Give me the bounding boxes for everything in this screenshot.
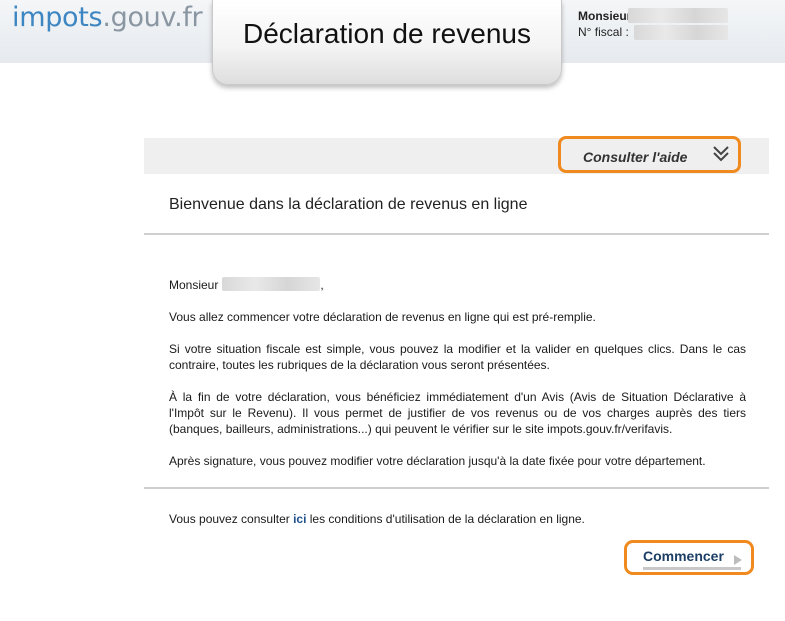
page-title: Déclaration de revenus [243, 18, 531, 49]
divider [144, 487, 769, 489]
user-name-redacted [628, 8, 728, 23]
user-info: Monsieur N° fiscal : [578, 8, 631, 40]
conditions-text-before: Vous pouvez consulter [169, 512, 294, 526]
page-title-panel: Déclaration de revenus [212, 0, 562, 85]
greeting-suffix: , [320, 278, 324, 292]
user-name-label: Monsieur [578, 9, 632, 23]
fiscal-number-label: N° fiscal : [578, 25, 629, 39]
avis-paragraph: À la fin de votre déclaration, vous béné… [169, 390, 746, 436]
start-button-label: Commencer [643, 548, 724, 564]
modification-paragraph: Après signature, vous pouvez modifier vo… [169, 454, 706, 468]
greeting-label: Monsieur [169, 278, 219, 292]
simple-situation-paragraph: Si votre situation fiscale est simple, v… [169, 342, 746, 372]
fiscal-number-redacted [634, 25, 728, 40]
logo-text-domain: .gouv.fr [102, 2, 203, 33]
conditions-text-after: les conditions d'utilisation de la décla… [306, 512, 585, 526]
recipient-name-redacted [222, 277, 321, 291]
help-button-label: Consulter l'aide [583, 149, 688, 165]
double-chevron-down-icon [711, 145, 731, 168]
conditions-paragraph: Vous pouvez consulter ici les conditions… [169, 511, 746, 527]
site-logo[interactable]: impots.gouv.fr [12, 2, 203, 33]
logo-text-main: impots [12, 2, 103, 33]
divider [144, 233, 769, 235]
greeting: Monsieur, [169, 277, 746, 293]
intro-paragraph: Vous allez commencer votre déclaration d… [169, 310, 596, 324]
start-button[interactable]: Commencer [624, 540, 754, 575]
help-button[interactable]: Consulter l'aide [558, 136, 741, 173]
conditions-link[interactable]: ici [293, 512, 306, 526]
start-button-underline [643, 567, 741, 570]
welcome-heading: Bienvenue dans la déclaration de revenus… [169, 196, 528, 213]
